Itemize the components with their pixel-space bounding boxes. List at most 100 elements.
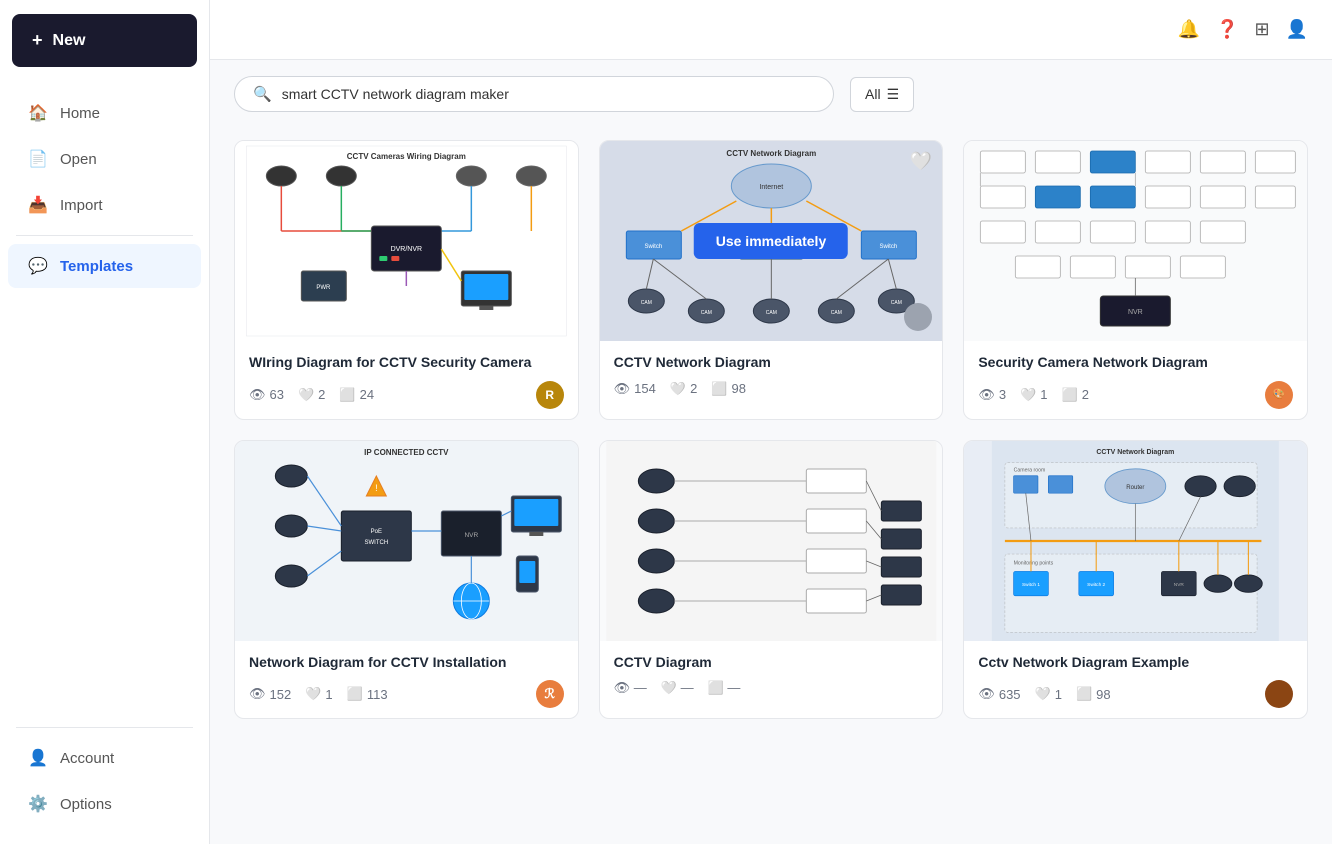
svg-text:CCTV Network Diagram: CCTV Network Diagram [1097, 449, 1175, 456]
sidebar-item-import[interactable]: 📥 Import [8, 183, 201, 227]
avatar-3: 🎨 [1265, 381, 1293, 409]
views-stat-2: 👁 154 [614, 381, 656, 397]
likes-stat-2: 🤍 2 [670, 381, 697, 397]
user-icon[interactable]: 👤 [1286, 19, 1308, 40]
sidebar-item-import-label: Import [60, 197, 103, 214]
svg-text:NVR: NVR [1128, 309, 1143, 316]
views-stat-3: 👁 3 [978, 387, 1006, 403]
template-card-4[interactable]: IP CONNECTED CCTV PoE SWITCH NVR [234, 440, 579, 720]
sidebar-item-home[interactable]: 🏠 Home [8, 91, 201, 135]
svg-text:CAM: CAM [640, 300, 651, 306]
sidebar-bottom: 👤 Account ⚙️ Options [0, 707, 209, 844]
svg-text:IP CONNECTED CCTV: IP CONNECTED CCTV [364, 448, 449, 457]
svg-text:CAM: CAM [700, 310, 711, 316]
ip-cctv-diagram-svg: IP CONNECTED CCTV PoE SWITCH NVR [235, 441, 578, 641]
templates-icon: 💬 [28, 256, 48, 276]
header-icons: 🔔 ❓ ⊞ 👤 [1178, 19, 1308, 40]
avatar-4: ℛ [536, 680, 564, 708]
template-thumb-3: NVR [964, 141, 1307, 341]
templates-area: CCTV Cameras Wiring Diagram [210, 124, 1332, 844]
svg-text:DVR/NVR: DVR/NVR [391, 246, 423, 253]
grid-icon[interactable]: ⊞ [1254, 19, 1269, 40]
likes-stat-3: 🤍 1 [1020, 387, 1047, 403]
sidebar-item-templates[interactable]: 💬 Templates [8, 244, 201, 288]
template-thumb-4: IP CONNECTED CCTV PoE SWITCH NVR [235, 441, 578, 641]
sidebar-item-options[interactable]: ⚙️ Options [8, 782, 201, 826]
template-thumb-6: CCTV Network Diagram Camera room Router [964, 441, 1307, 641]
options-icon: ⚙️ [28, 794, 48, 814]
template-info-1: WIring Diagram for CCTV Security Camera … [235, 341, 578, 419]
search-box: 🔍 [234, 76, 834, 112]
views-stat-1: 👁 63 [249, 387, 284, 403]
template-info-2: CCTV Network Diagram 👁 154 🤍 2 ⬜ 98 [600, 341, 943, 407]
filter-button[interactable]: All ☰ [850, 77, 914, 112]
template-stats-6: 👁 635 🤍 1 ⬜ 98 [978, 686, 1110, 702]
sidebar-item-account-label: Account [60, 750, 114, 767]
copies-stat-5: ⬜ — [708, 680, 741, 696]
views-stat-6: 👁 635 [978, 686, 1020, 702]
sidebar-item-open-label: Open [60, 151, 97, 168]
svg-text:CAM: CAM [765, 310, 776, 316]
use-immediately-button[interactable]: Use immediately [694, 223, 849, 259]
template-stats-1: 👁 63 🤍 2 ⬜ 24 [249, 387, 374, 403]
template-card-5[interactable]: CCTV Diagram 👁 — 🤍 — ⬜ — [599, 440, 944, 720]
svg-text:SWITCH: SWITCH [364, 540, 388, 546]
search-input[interactable] [282, 86, 815, 102]
template-title-3: Security Camera Network Diagram [978, 353, 1293, 373]
template-stats-3: 👁 3 🤍 1 ⬜ 2 [978, 387, 1089, 403]
sidebar-item-options-label: Options [60, 796, 112, 813]
wiring-diagram-svg: CCTV Cameras Wiring Diagram [235, 141, 578, 341]
help-icon[interactable]: ❓ [1216, 19, 1238, 40]
copies-stat-4: ⬜ 113 [347, 686, 388, 702]
svg-text:Router: Router [1127, 483, 1145, 490]
template-card-1[interactable]: CCTV Cameras Wiring Diagram [234, 140, 579, 420]
likes-stat-5: 🤍 — [661, 680, 694, 696]
svg-text:CAM: CAM [890, 300, 901, 306]
template-card-2[interactable]: CCTV Network Diagram Internet Switch Swi… [599, 140, 944, 420]
avatar-6 [1265, 680, 1293, 708]
open-icon: 📄 [28, 149, 48, 169]
search-icon: 🔍 [253, 85, 272, 103]
template-info-5: CCTV Diagram 👁 — 🤍 — ⬜ — [600, 641, 943, 707]
home-icon: 🏠 [28, 103, 48, 123]
sidebar-item-open[interactable]: 📄 Open [8, 137, 201, 181]
svg-text:NVR: NVR [1174, 582, 1185, 588]
sidebar-nav: 🏠 Home 📄 Open 📥 Import 💬 Templates [0, 81, 209, 707]
template-card-3[interactable]: NVR Security Camera Network Diagram 👁 3 … [963, 140, 1308, 420]
template-title-5: CCTV Diagram [614, 653, 929, 673]
svg-text:Switch 1: Switch 1 [1022, 582, 1040, 588]
sidebar-item-home-label: Home [60, 105, 100, 122]
views-stat-5: 👁 — [614, 680, 647, 696]
copies-stat-6: ⬜ 98 [1076, 686, 1111, 702]
template-card-6[interactable]: CCTV Network Diagram Camera room Router [963, 440, 1308, 720]
svg-text:Monitoring points: Monitoring points [1014, 560, 1054, 566]
svg-text:PWR: PWR [316, 285, 331, 291]
account-icon: 👤 [28, 748, 48, 768]
avatar-1: R [536, 381, 564, 409]
template-thumb-2: CCTV Network Diagram Internet Switch Swi… [600, 141, 943, 341]
template-stats-2: 👁 154 🤍 2 ⬜ 98 [614, 381, 929, 397]
heart-icon-2[interactable]: 🤍 [910, 151, 932, 172]
template-title-1: WIring Diagram for CCTV Security Camera [249, 353, 564, 373]
notification-icon[interactable]: 🔔 [1178, 19, 1200, 40]
likes-stat-4: 🤍 1 [305, 686, 332, 702]
template-title-6: Cctv Network Diagram Example [978, 653, 1293, 673]
search-area: 🔍 All ☰ [210, 60, 1332, 124]
sidebar-bottom-divider [16, 727, 193, 728]
views-stat-4: 👁 152 [249, 686, 291, 702]
new-button[interactable]: + New [12, 14, 197, 67]
svg-text:Switch 2: Switch 2 [1088, 582, 1106, 588]
import-icon: 📥 [28, 195, 48, 215]
svg-text:Switch: Switch [879, 244, 897, 250]
cctv-example-svg: CCTV Network Diagram Camera room Router [964, 441, 1307, 641]
svg-text:Internet: Internet [759, 184, 783, 191]
sidebar-item-account[interactable]: 👤 Account [8, 736, 201, 780]
template-stats-5: 👁 — 🤍 — ⬜ — [614, 680, 929, 696]
copies-stat-2: ⬜ 98 [711, 381, 746, 397]
svg-text:!: ! [375, 483, 378, 493]
templates-grid: CCTV Cameras Wiring Diagram [234, 140, 1308, 719]
template-stats-4: 👁 152 🤍 1 ⬜ 113 [249, 686, 388, 702]
template-title-2: CCTV Network Diagram [614, 353, 929, 373]
svg-text:Switch: Switch [644, 244, 662, 250]
plus-icon: + [32, 30, 43, 51]
